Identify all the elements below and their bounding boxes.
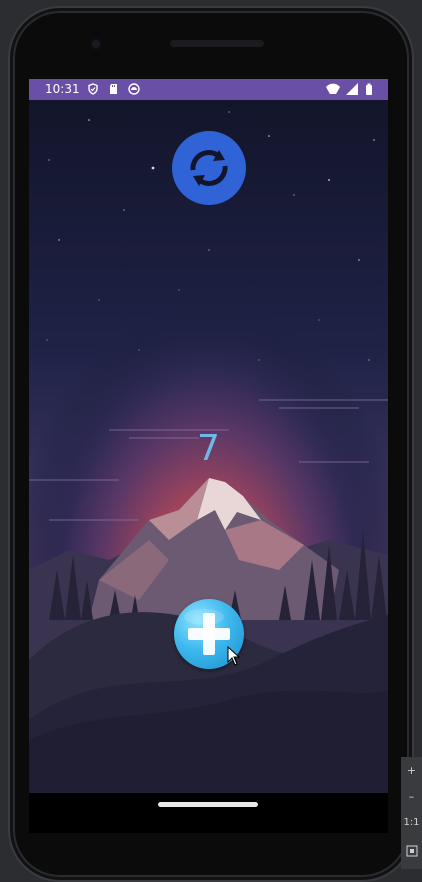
battery-icon: [366, 83, 372, 95]
cellular-signal-icon: [346, 83, 358, 95]
navigation-bar: [29, 793, 388, 833]
android-icon: [128, 83, 140, 95]
counter-value: 7: [197, 428, 220, 469]
shield-icon: [88, 83, 98, 95]
sd-card-icon: [110, 84, 117, 94]
status-right-icons: [326, 83, 372, 95]
front-camera: [90, 38, 102, 50]
fit-screen-button[interactable]: [401, 837, 422, 865]
refresh-button[interactable]: [172, 131, 246, 205]
zoom-in-button[interactable]: +: [401, 757, 422, 785]
device-screen: 10:31 7: [29, 79, 388, 793]
status-bar: 10:31: [29, 79, 388, 100]
zoom-out-button[interactable]: –: [401, 783, 422, 811]
actual-size-button[interactable]: 1:1: [401, 809, 422, 837]
fit-screen-icon: [406, 845, 417, 857]
emulator-zoom-controls: + – 1:1: [401, 757, 422, 869]
status-time: 10:31: [45, 82, 80, 96]
wifi-icon: [326, 83, 340, 94]
home-gesture-handle[interactable]: [158, 802, 258, 807]
earpiece-speaker: [170, 40, 264, 47]
mouse-cursor-icon: [227, 646, 241, 666]
refresh-icon: [190, 150, 228, 186]
